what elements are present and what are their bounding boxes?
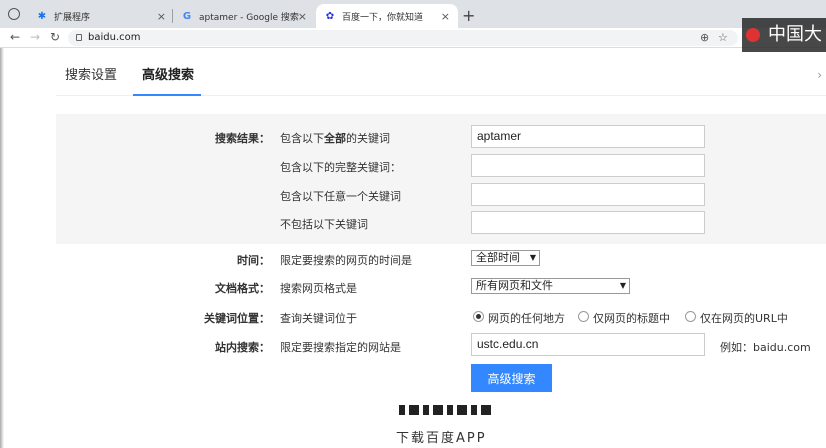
exact-phrase-input[interactable]: [471, 154, 705, 177]
url-text: baidu.com: [88, 32, 141, 43]
browser-toolbar: ← → ↻ baidu.com ⊕ ☆: [0, 28, 826, 48]
any-words-label: 包含以下任意一个关键词: [280, 190, 401, 203]
position-desc: 查询关键词位于: [280, 312, 357, 325]
new-tab-icon[interactable]: +: [462, 6, 475, 25]
video-overlay-logo: 中国大学: [742, 18, 826, 79]
page-content: 搜索设置 高级搜索 › 搜索结果： 包含以下全部的关键词 aptamer 包含以…: [0, 48, 826, 448]
advanced-search-button[interactable]: 高级搜索: [471, 364, 552, 392]
dropdown-arrow-icon: ▼: [529, 253, 536, 262]
results-label: 搜索结果：: [215, 132, 270, 145]
time-select[interactable]: 全部时间 ▼: [471, 250, 540, 266]
radio-anywhere[interactable]: [473, 311, 484, 322]
format-label: 文档格式：: [215, 282, 270, 295]
radio-title-label: 仅网页的标题中: [593, 312, 670, 325]
site-desc: 限定要搜索指定的网站是: [280, 341, 401, 354]
bookmark-star-icon[interactable]: ☆: [718, 31, 728, 44]
tab-baidu[interactable]: ✿ 百度一下，你就知道 ×: [316, 4, 458, 28]
tab-search-settings[interactable]: 搜索设置: [65, 64, 117, 83]
tab-title: aptamer - Google 搜索: [199, 12, 299, 23]
reload-icon[interactable]: ↻: [50, 30, 60, 44]
format-select[interactable]: 所有网页和文件 ▼: [471, 278, 630, 294]
close-icon[interactable]: ×: [441, 10, 450, 23]
tab-title: 百度一下，你就知道: [342, 12, 424, 23]
time-desc: 限定要搜索的网页的时间是: [280, 254, 412, 267]
close-icon[interactable]: ×: [157, 10, 166, 23]
radio-anywhere-label: 网页的任何地方: [488, 312, 565, 325]
tab-title: 扩展程序: [54, 12, 91, 23]
logo-icon: [746, 28, 760, 42]
baidu-paw-icon: ✿: [325, 10, 335, 22]
page-edge-shadow: [0, 48, 4, 448]
exclude-words-input[interactable]: [471, 211, 705, 234]
any-words-input[interactable]: [471, 183, 705, 206]
position-label: 关键词位置：: [204, 312, 270, 325]
close-icon[interactable]: ×: [298, 10, 307, 23]
dropdown-arrow-icon: ▼: [619, 281, 626, 290]
search-results-section: [56, 114, 826, 244]
active-tab-indicator: [133, 94, 201, 96]
format-select-value: 所有网页和文件: [476, 279, 553, 292]
site-label: 站内搜索：: [215, 341, 270, 354]
close-icon[interactable]: ›: [817, 68, 822, 82]
exclude-words-label: 不包括以下关键词: [280, 218, 368, 231]
format-desc: 搜索网页格式是: [280, 282, 357, 295]
all-words-input[interactable]: aptamer: [471, 125, 705, 148]
radio-url-label: 仅在网页的URL中: [700, 312, 788, 325]
site-example: 例如：baidu.com: [720, 341, 811, 354]
tab-advanced-search[interactable]: 高级搜索: [142, 64, 194, 83]
tab-extensions[interactable]: ✱ 扩展程序 ×: [28, 4, 174, 28]
all-words-label: 包含以下全部的关键词: [280, 132, 390, 145]
time-label: 时间：: [237, 254, 270, 267]
google-g-icon: G: [182, 10, 192, 22]
settings-tab-bar: 搜索设置 高级搜索 ›: [56, 48, 826, 96]
forward-arrow-icon[interactable]: →: [30, 30, 40, 44]
download-app-text[interactable]: 下载百度APP: [396, 427, 487, 446]
lock-icon: [76, 34, 82, 41]
radio-url[interactable]: [685, 311, 696, 322]
exact-phrase-label: 包含以下的完整关键词：: [280, 161, 401, 174]
puzzle-icon: ✱: [37, 10, 47, 22]
browser-tabstrip: ✱ 扩展程序 × G aptamer - Google 搜索 × ✿ 百度一下，…: [0, 0, 826, 28]
site-input[interactable]: ustc.edu.cn: [471, 333, 705, 356]
time-select-value: 全部时间: [476, 251, 520, 264]
radio-title[interactable]: [578, 311, 589, 322]
address-bar[interactable]: baidu.com: [68, 30, 738, 46]
zoom-icon[interactable]: ⊕: [700, 31, 709, 44]
tab-google-search[interactable]: G aptamer - Google 搜索 ×: [173, 4, 315, 28]
tab-search-icon[interactable]: [8, 8, 20, 20]
back-arrow-icon[interactable]: ←: [10, 30, 20, 44]
qr-code-icon: [399, 405, 495, 415]
